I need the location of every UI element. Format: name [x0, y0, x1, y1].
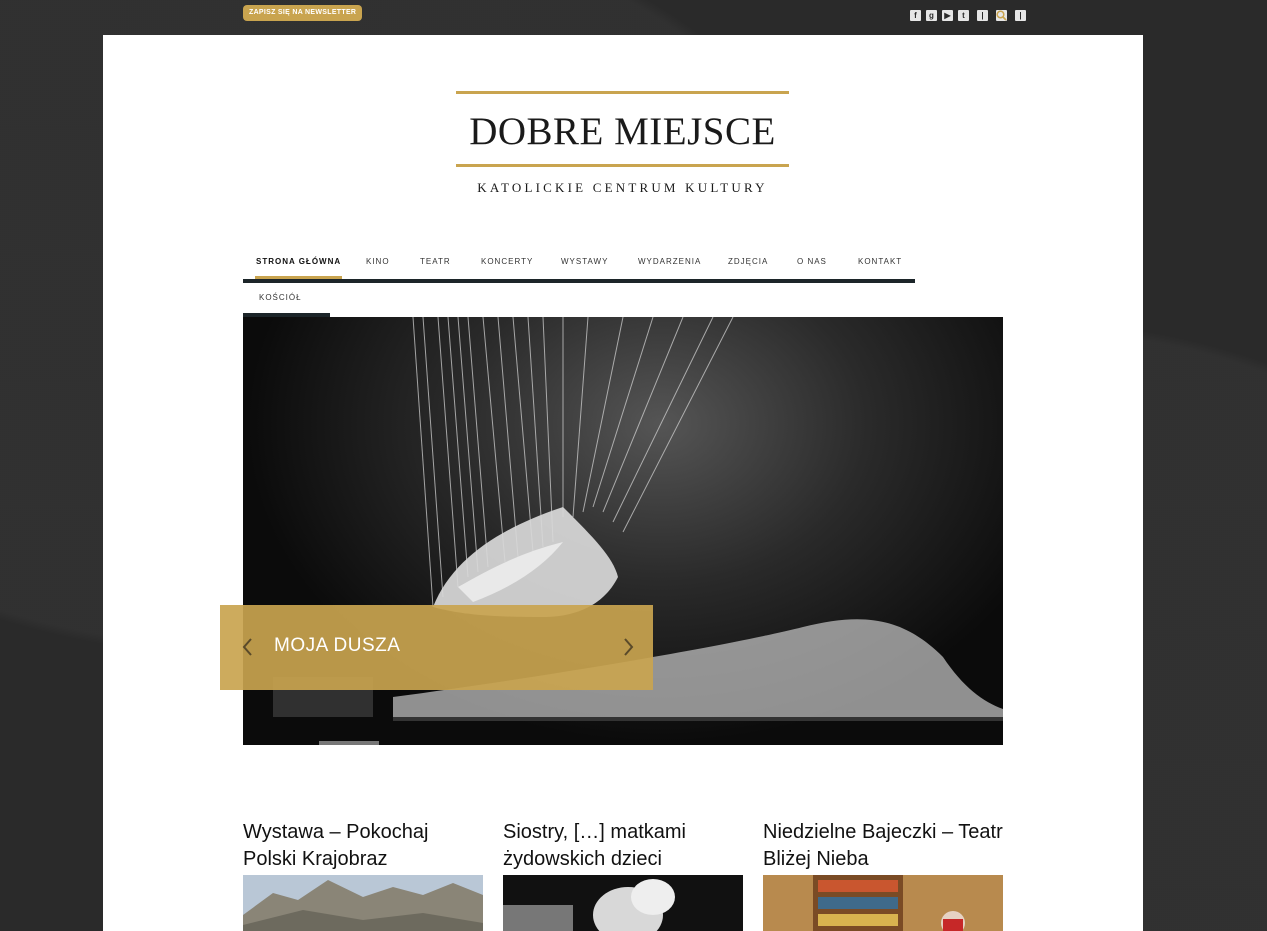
logo-subtitle: KATOLICKIE CENTRUM KULTURY — [477, 180, 768, 195]
chevron-left-icon[interactable] — [238, 633, 258, 661]
nav-item-kosciol[interactable]: KOŚCIÓŁ — [259, 293, 302, 302]
nav-item-o-nas[interactable]: O NAS — [797, 257, 827, 266]
nav-item-kontakt[interactable]: KONTAKT — [858, 257, 902, 266]
post-title[interactable]: Wystawa – Pokochaj Polski Krajobraz — [243, 819, 483, 873]
chevron-right-icon[interactable] — [618, 633, 638, 661]
newsletter-button[interactable]: ZAPISZ SIĘ NA NEWSLETTER — [243, 5, 363, 21]
post-title[interactable]: Siostry, […] matkami żydowskich dzieci — [503, 819, 743, 873]
main-navigation: STRONA GŁÓWNA KINO TEATR KONCERTY WYSTAW… — [243, 251, 915, 317]
google-plus-icon[interactable]: g — [926, 10, 937, 21]
nav-bar — [243, 279, 915, 283]
post-card[interactable]: Wystawa – Pokochaj Polski Krajobraz — [243, 819, 483, 931]
nav-item-home[interactable]: STRONA GŁÓWNA — [254, 257, 343, 279]
post-thumbnail[interactable] — [503, 875, 743, 931]
divider: | — [1015, 10, 1026, 21]
slide-caption: MOJA DUSZA — [220, 605, 653, 690]
nav-item-koncerty[interactable]: KONCERTY — [481, 257, 533, 266]
divider: | — [977, 10, 988, 21]
search-icon[interactable] — [996, 10, 1007, 21]
nav-item-wystawy[interactable]: WYSTAWY — [561, 257, 608, 266]
nav-item-zdjecia[interactable]: ZDJĘCIA — [728, 257, 768, 266]
social-links: f g ▶ t | | — [910, 10, 1029, 21]
slide-title[interactable]: MOJA DUSZA — [274, 635, 400, 657]
logo-rule-top — [456, 91, 789, 94]
youtube-icon[interactable]: ▶ — [942, 10, 953, 21]
tumblr-icon[interactable]: t — [958, 10, 969, 21]
nav-item-teatr[interactable]: TEATR — [420, 257, 451, 266]
post-thumbnail[interactable] — [763, 875, 1003, 931]
post-thumbnail[interactable] — [243, 875, 483, 931]
site-logo[interactable]: DOBRE MIEJSCE KATOLICKIE CENTRUM KULTURY — [456, 91, 789, 201]
slide-progress-bar — [319, 741, 379, 745]
post-card[interactable]: Niedzielne Bajeczki – Teatr Bliżej Nieba — [763, 819, 1003, 931]
nav-item-kino[interactable]: KINO — [366, 257, 390, 266]
facebook-icon[interactable]: f — [910, 10, 921, 21]
post-card[interactable]: Siostry, […] matkami żydowskich dzieci — [503, 819, 743, 931]
top-bar: ZAPISZ SIĘ NA NEWSLETTER f g ▶ t | | — [0, 0, 1267, 35]
page-container: DOBRE MIEJSCE KATOLICKIE CENTRUM KULTURY… — [103, 35, 1143, 931]
post-title[interactable]: Niedzielne Bajeczki – Teatr Bliżej Nieba — [763, 819, 1003, 873]
logo-rule-bottom — [456, 164, 789, 167]
nav-item-wydarzenia[interactable]: WYDARZENIA — [638, 257, 701, 266]
logo-title: DOBRE MIEJSCE — [469, 110, 776, 153]
